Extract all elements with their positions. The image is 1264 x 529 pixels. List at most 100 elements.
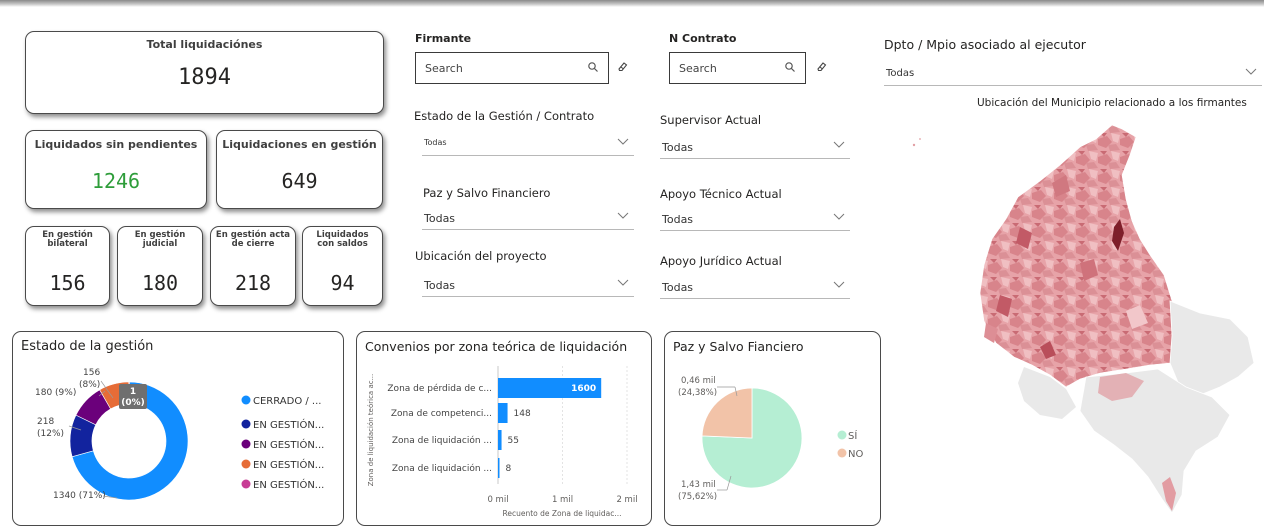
supervisor-label: Supervisor Actual bbox=[660, 113, 762, 127]
legend-marker bbox=[241, 395, 251, 405]
estado-gestion-donut-chart[interactable]: 1340 (71%) 218 (12%) 180 (9%) 156 (8%) 1(0%) CE… bbox=[13, 356, 343, 524]
chevron-down-icon bbox=[833, 281, 845, 288]
top-border bbox=[0, 0, 1264, 7]
apoyo-tecnico-value: Todas bbox=[662, 213, 694, 226]
estado-dropdown[interactable]: Todas bbox=[422, 130, 634, 156]
bar[interactable] bbox=[498, 430, 502, 450]
bar[interactable] bbox=[498, 458, 500, 478]
estado-gestion-title: Estado de la gestión bbox=[21, 339, 154, 354]
kpi-en-gestion-card: Liquidaciones en gestión 649 bbox=[216, 130, 383, 209]
legend-label[interactable]: SÍ bbox=[848, 429, 857, 442]
bar-data-label: 148 bbox=[514, 409, 531, 419]
paz-salvo-value: Todas bbox=[424, 212, 456, 225]
kpi-sin-pendientes-label: Liquidados sin pendientes bbox=[34, 138, 198, 151]
kpi-total-value: 1894 bbox=[178, 65, 231, 90]
kpi-saldos-card: Liquidados con saldos 94 bbox=[302, 226, 383, 306]
map-region-north bbox=[979, 124, 1183, 388]
firmante-search-input[interactable]: Search bbox=[415, 52, 609, 84]
chevron-down-icon bbox=[617, 138, 629, 145]
supervisor-value: Todas bbox=[662, 141, 694, 154]
bar[interactable] bbox=[498, 403, 508, 423]
kpi-bilateral-label: En gestión bilateral bbox=[42, 230, 93, 249]
paz-salvo-pie-chart[interactable]: 0,46 mil (24,38%) 1,43 mil (75,62%) SÍ NO bbox=[665, 356, 880, 524]
contrato-label: N Contrato bbox=[669, 32, 737, 45]
legend-marker bbox=[241, 419, 251, 429]
apoyo-juridico-value: Todas bbox=[662, 281, 694, 294]
eraser-icon[interactable] bbox=[815, 60, 827, 72]
kpi-sin-pendientes-value: 1246 bbox=[91, 169, 141, 193]
legend-marker bbox=[241, 439, 251, 449]
ubicacion-label: Ubicación del proyecto bbox=[415, 249, 547, 263]
x-axis-title: Recuento de Zona de liquidac... bbox=[502, 509, 621, 518]
ubicacion-dropdown[interactable]: Todas bbox=[422, 271, 634, 297]
kpi-judicial-card: En gestión judicial 180 bbox=[117, 226, 203, 306]
eraser-icon[interactable] bbox=[616, 60, 628, 72]
dpto-dropdown[interactable]: Todas bbox=[884, 60, 1262, 86]
legend-marker bbox=[837, 448, 847, 458]
category-label: Zona de liquidación ... bbox=[392, 435, 492, 446]
kpi-en-gestion-label: Liquidaciones en gestión bbox=[222, 138, 377, 151]
search-icon bbox=[588, 62, 598, 72]
legend-label[interactable]: EN GESTIÓN... bbox=[253, 478, 324, 491]
legend-label[interactable]: EN GESTIÓN... bbox=[253, 458, 324, 471]
kpi-acta-label: En gestión acta de cierre bbox=[215, 230, 291, 249]
map-title: Ubicación del Municipio relacionado a lo… bbox=[977, 97, 1247, 109]
zona-liquidacion-panel: Convenios por zona teórica de liquidació… bbox=[356, 331, 652, 526]
kpi-bilateral-value: 156 bbox=[49, 271, 86, 295]
colombia-map[interactable] bbox=[900, 115, 1264, 525]
category-label: Zona de liquidación ... bbox=[392, 463, 492, 474]
firmante-search-placeholder: Search bbox=[425, 62, 463, 75]
x-tick-label: 1 mil bbox=[552, 495, 573, 505]
dpto-label: Dpto / Mpio asociado al ejecutor bbox=[884, 37, 1086, 52]
kpi-acta-value: 218 bbox=[234, 271, 272, 295]
pie-data-label: 1,43 mil bbox=[681, 480, 716, 490]
supervisor-dropdown[interactable]: Todas bbox=[660, 133, 850, 159]
bar-data-label: 55 bbox=[508, 436, 519, 446]
kpi-saldos-value: 94 bbox=[330, 271, 355, 295]
kpi-total-card: Total liquidaciónes 1894 bbox=[25, 31, 384, 114]
bar-data-label: 8 bbox=[506, 464, 512, 474]
kpi-bilateral-card: En gestión bilateral 156 bbox=[25, 226, 110, 306]
apoyo-tecnico-dropdown[interactable]: Todas bbox=[660, 205, 850, 231]
chevron-down-icon bbox=[833, 141, 845, 148]
pie-data-label: 0,46 mil bbox=[681, 376, 716, 386]
chevron-down-icon bbox=[833, 213, 845, 220]
donut-highlight-label: (0%) bbox=[121, 398, 145, 408]
apoyo-juridico-label: Apoyo Jurídico Actual bbox=[660, 254, 782, 268]
chevron-down-icon bbox=[617, 279, 629, 286]
map-islands bbox=[912, 138, 921, 147]
kpi-acta-card: En gestión acta de cierre 218 bbox=[210, 226, 296, 306]
contrato-search-placeholder: Search bbox=[679, 62, 717, 75]
paz-salvo-label: Paz y Salvo Financiero bbox=[423, 186, 551, 200]
ubicacion-value: Todas bbox=[424, 279, 456, 292]
legend-marker bbox=[241, 479, 251, 489]
kpi-judicial-value: 180 bbox=[141, 271, 179, 295]
apoyo-juridico-dropdown[interactable]: Todas bbox=[660, 273, 850, 299]
paz-salvo-dropdown[interactable]: Todas bbox=[422, 204, 634, 230]
legend-marker bbox=[241, 459, 251, 469]
donut-data-label: 218 bbox=[37, 417, 54, 427]
zona-liquidacion-title: Convenios por zona teórica de liquidació… bbox=[365, 339, 628, 354]
legend-label[interactable]: CERRADO / ... bbox=[253, 396, 321, 407]
legend-label[interactable]: NO bbox=[848, 449, 863, 460]
pie-data-label: (75,62%) bbox=[678, 492, 717, 502]
estado-label: Estado de la Gestión / Contrato bbox=[414, 109, 595, 123]
chevron-down-icon bbox=[617, 212, 629, 219]
paz-salvo-panel: Paz y Salvo Fianciero 0,46 mil (24,38%) 1,… bbox=[664, 331, 881, 526]
donut-highlight-label: 1 bbox=[130, 387, 136, 397]
contrato-search-input[interactable]: Search bbox=[669, 52, 806, 84]
kpi-saldos-label: Liquidados con saldos bbox=[316, 230, 369, 249]
paz-salvo-title: Paz y Salvo Fianciero bbox=[673, 339, 804, 354]
dpto-value: Todas bbox=[886, 68, 915, 79]
firmante-label: Firmante bbox=[415, 32, 472, 45]
zona-liquidacion-bar-chart[interactable]: 0 mil 1 mil 2 mil Zona de pérdida de c... 16… bbox=[357, 356, 651, 524]
donut-data-label: 156 bbox=[83, 368, 100, 378]
apoyo-tecnico-label: Apoyo Técnico Actual bbox=[660, 187, 782, 201]
legend-label[interactable]: EN GESTIÓN... bbox=[253, 438, 324, 451]
kpi-sin-pendientes-card: Liquidados sin pendientes 1246 bbox=[25, 130, 207, 209]
x-tick-label: 0 mil bbox=[487, 495, 508, 505]
estado-value: Todas bbox=[424, 138, 447, 147]
legend-label[interactable]: EN GESTIÓN... bbox=[253, 418, 324, 431]
y-axis-title: Zona de liquidación teórica ac... bbox=[367, 374, 375, 487]
search-icon bbox=[785, 62, 795, 72]
